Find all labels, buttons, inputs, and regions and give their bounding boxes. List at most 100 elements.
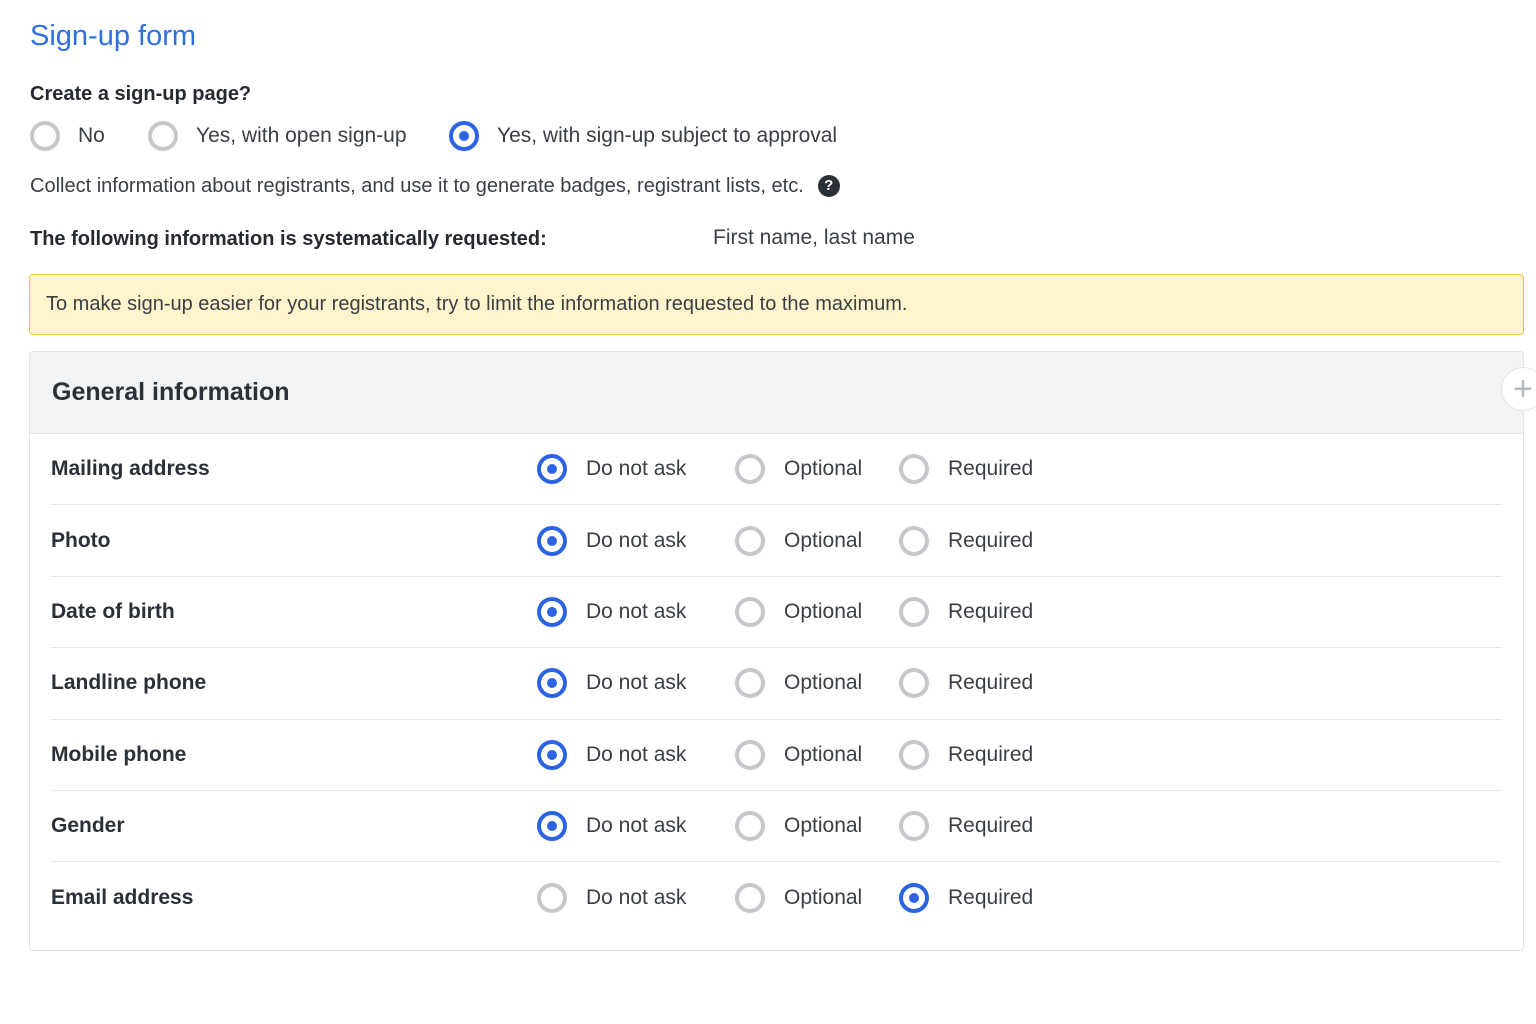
choice-required[interactable]: Required bbox=[899, 811, 1059, 842]
choice-label: Optional bbox=[784, 742, 863, 766]
signup-question: Create a sign-up page? bbox=[30, 83, 252, 105]
choice-optional[interactable]: Optional bbox=[735, 811, 899, 842]
choice-optional-radio[interactable] bbox=[735, 811, 765, 842]
choice-optional[interactable]: Optional bbox=[735, 454, 899, 485]
choice-label: Optional bbox=[784, 814, 863, 838]
choice-optional-radio[interactable] bbox=[735, 739, 765, 770]
choice-do-not-ask-radio[interactable] bbox=[537, 739, 567, 770]
choice-label: Required bbox=[948, 814, 1034, 838]
choice-optional-radio[interactable] bbox=[735, 668, 765, 699]
choice-do-not-ask[interactable]: Do not ask bbox=[537, 739, 735, 770]
table-row: Photo Do not ask Optional Required bbox=[51, 505, 1502, 577]
choice-label: Optional bbox=[784, 599, 863, 623]
choice-required-radio[interactable] bbox=[899, 668, 929, 699]
choice-label: Do not ask bbox=[586, 599, 687, 623]
field-label: Mobile phone bbox=[51, 742, 187, 766]
table-row: Date of birth Do not ask Optional Required bbox=[51, 577, 1502, 649]
choice-optional-radio[interactable] bbox=[735, 525, 765, 556]
choice-do-not-ask-radio[interactable] bbox=[537, 883, 567, 914]
choice-required[interactable]: Required bbox=[899, 668, 1059, 699]
choice-required[interactable]: Required bbox=[899, 739, 1059, 770]
signup-option-approval-label: Yes, with sign-up subject to approval bbox=[497, 124, 838, 147]
signup-option-no-radio[interactable] bbox=[30, 121, 60, 151]
choice-optional-radio[interactable] bbox=[735, 596, 765, 627]
signup-option-no[interactable]: No bbox=[30, 121, 148, 151]
page-title: Sign-up form bbox=[30, 20, 197, 52]
signup-option-no-label: No bbox=[78, 124, 105, 147]
choice-do-not-ask[interactable]: Do not ask bbox=[537, 811, 735, 842]
choice-do-not-ask-radio[interactable] bbox=[537, 668, 567, 699]
systematic-info-label: The following information is systematica… bbox=[30, 228, 547, 250]
choice-optional-radio[interactable] bbox=[735, 883, 765, 914]
signup-option-approval-radio[interactable] bbox=[449, 121, 479, 151]
table-row: Email address Do not ask Optional Required bbox=[51, 862, 1502, 933]
choice-optional[interactable]: Optional bbox=[735, 883, 899, 914]
choice-required[interactable]: Required bbox=[899, 883, 1059, 914]
choice-label: Optional bbox=[784, 457, 863, 481]
field-label: Gender bbox=[51, 814, 125, 838]
choice-do-not-ask[interactable]: Do not ask bbox=[537, 525, 735, 556]
choice-do-not-ask-radio[interactable] bbox=[537, 596, 567, 627]
general-information-panel: General information + Mailing address Do … bbox=[29, 351, 1536, 951]
table-row: Mailing address Do not ask Optional Require… bbox=[51, 434, 1502, 506]
choice-optional[interactable]: Optional bbox=[735, 668, 899, 699]
choice-optional[interactable]: Optional bbox=[735, 525, 899, 556]
choice-required[interactable]: Required bbox=[899, 596, 1059, 627]
choice-label: Do not ask bbox=[586, 457, 687, 481]
choice-optional[interactable]: Optional bbox=[735, 739, 899, 770]
choice-label: Required bbox=[948, 671, 1034, 695]
choice-label: Optional bbox=[784, 671, 863, 695]
choice-required-radio[interactable] bbox=[899, 525, 929, 556]
notice-text: To make sign-up easier for your registra… bbox=[46, 293, 908, 315]
signup-option-open-radio[interactable] bbox=[148, 121, 178, 151]
description: Collect information about registrants, a… bbox=[30, 172, 840, 200]
signup-options-group: No Yes, with open sign-up Yes, with sign… bbox=[30, 118, 837, 154]
choice-do-not-ask[interactable]: Do not ask bbox=[537, 596, 735, 627]
field-label: Date of birth bbox=[51, 599, 175, 623]
signup-form-page: Sign-up form Create a sign-up page? No Y… bbox=[0, 0, 1536, 1024]
signup-option-open-label: Yes, with open sign-up bbox=[196, 124, 407, 147]
choice-required-radio[interactable] bbox=[899, 883, 929, 914]
description-text: Collect information about registrants, a… bbox=[30, 175, 804, 197]
table-row: Mobile phone Do not ask Optional Required bbox=[51, 720, 1502, 791]
field-label: Mailing address bbox=[51, 457, 210, 481]
signup-option-open[interactable]: Yes, with open sign-up bbox=[148, 121, 449, 151]
systematic-info-value: First name, last name bbox=[713, 226, 915, 249]
choice-required-radio[interactable] bbox=[899, 811, 929, 842]
choice-do-not-ask[interactable]: Do not ask bbox=[537, 454, 735, 485]
choice-required[interactable]: Required bbox=[899, 525, 1059, 556]
panel-header: General information bbox=[30, 352, 1523, 434]
choice-label: Do not ask bbox=[586, 814, 687, 838]
signup-option-approval[interactable]: Yes, with sign-up subject to approval bbox=[449, 121, 837, 151]
choice-do-not-ask-radio[interactable] bbox=[537, 811, 567, 842]
choice-label: Do not ask bbox=[586, 886, 687, 910]
choice-required-radio[interactable] bbox=[899, 739, 929, 770]
choice-optional-radio[interactable] bbox=[735, 454, 765, 485]
choice-label: Do not ask bbox=[586, 528, 687, 552]
choice-label: Do not ask bbox=[586, 671, 687, 695]
choice-required-radio[interactable] bbox=[899, 596, 929, 627]
choice-label: Do not ask bbox=[586, 742, 687, 766]
notice-banner: To make sign-up easier for your registra… bbox=[29, 274, 1524, 335]
table-row: Landline phone Do not ask Optional Required bbox=[51, 648, 1502, 720]
choice-required[interactable]: Required bbox=[899, 454, 1059, 485]
choice-label: Optional bbox=[784, 886, 863, 910]
choice-label: Required bbox=[948, 528, 1034, 552]
choice-label: Required bbox=[948, 599, 1034, 623]
choice-label: Optional bbox=[784, 528, 863, 552]
choice-required-radio[interactable] bbox=[899, 454, 929, 485]
choice-do-not-ask[interactable]: Do not ask bbox=[537, 668, 735, 699]
choice-label: Required bbox=[948, 886, 1034, 910]
table-row: Gender Do not ask Optional Required bbox=[51, 791, 1502, 863]
choice-optional[interactable]: Optional bbox=[735, 596, 899, 627]
field-rows: Mailing address Do not ask Optional Require… bbox=[30, 434, 1523, 934]
field-label: Photo bbox=[51, 528, 111, 552]
field-label: Landline phone bbox=[51, 671, 207, 695]
panel-title: General information bbox=[52, 378, 290, 406]
choice-do-not-ask-radio[interactable] bbox=[537, 525, 567, 556]
choice-label: Required bbox=[948, 457, 1034, 481]
choice-do-not-ask-radio[interactable] bbox=[537, 454, 567, 485]
choice-do-not-ask[interactable]: Do not ask bbox=[537, 883, 735, 914]
choice-label: Required bbox=[948, 742, 1034, 766]
question-circle-icon[interactable]: ? bbox=[817, 175, 840, 197]
